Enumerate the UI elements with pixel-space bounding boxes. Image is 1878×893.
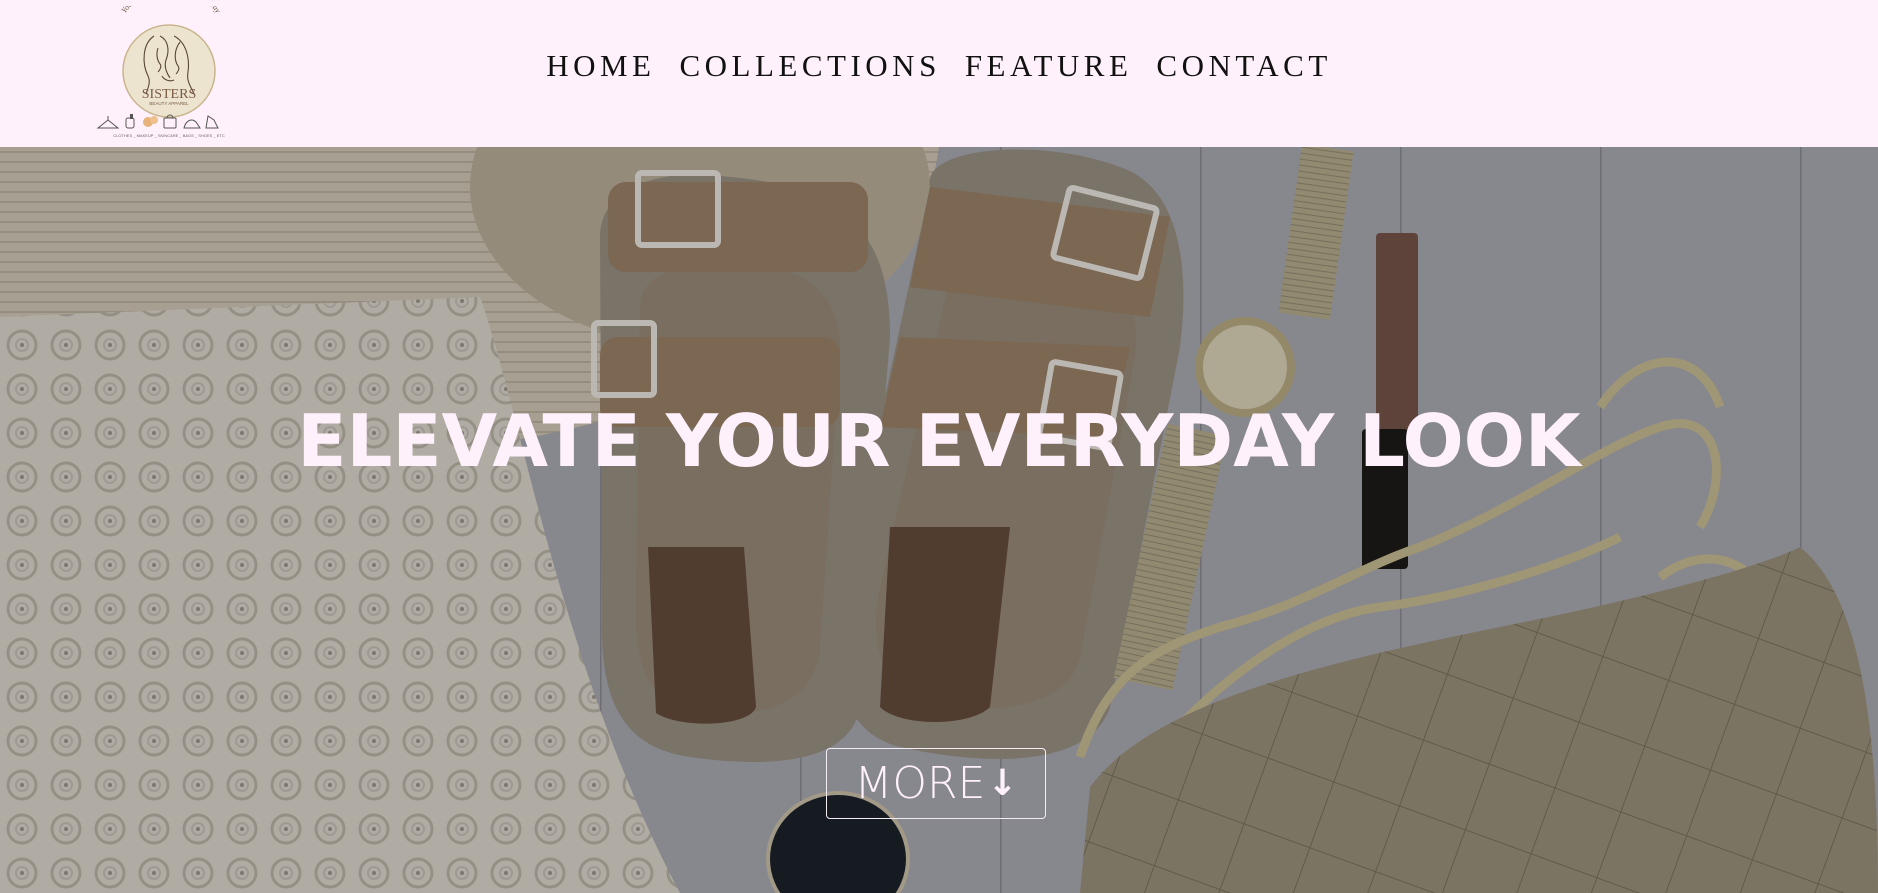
nav-contact[interactable]: CONTACT — [1156, 48, 1331, 84]
logo-subtitle: BEAUTY APPAREL — [149, 101, 189, 106]
logo-name: SISTERS — [142, 87, 196, 102]
nav-feature[interactable]: FEATURE — [965, 48, 1133, 84]
hero-title: ELEVATE YOUR EVERYDAY LOOK — [297, 399, 1581, 483]
nav-collections[interactable]: COLLECTIONS — [679, 48, 940, 84]
arrow-down-icon: ↓ — [987, 763, 1018, 804]
hero-section: ELEVATE YOUR EVERYDAY LOOK MORE ↓ — [0, 147, 1878, 893]
nav-home[interactable]: HOME — [546, 48, 655, 84]
main-nav: HOME COLLECTIONS FEATURE CONTACT — [0, 48, 1878, 84]
more-button[interactable]: MORE ↓ — [826, 748, 1046, 819]
more-button-label: MORE — [854, 758, 986, 809]
svg-text:You're beautiful set your own: You're beautiful set your own way — [119, 6, 222, 15]
logo-arc-text: You're beautiful set your own way — [119, 6, 222, 15]
site-header: You're beautiful set your own way SISTER… — [0, 0, 1878, 147]
logo-categories: CLOTHES _ MAKEUP _ SKINCARE _ BAGS _ SHO… — [113, 133, 225, 138]
